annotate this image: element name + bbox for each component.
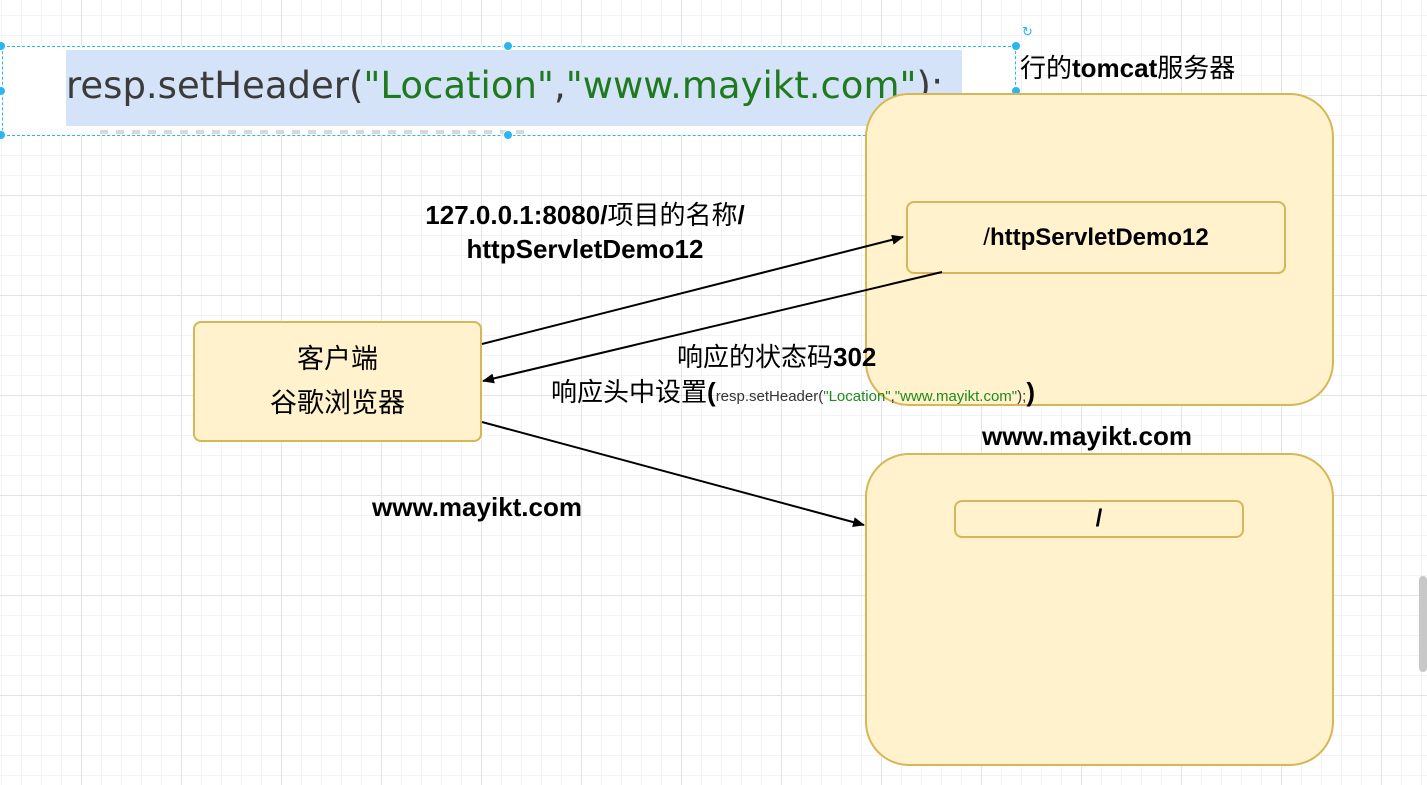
vertical-scrollbar[interactable] xyxy=(1419,576,1427,672)
request-label: 127.0.0.1:8080/项目的名称/ httpServletDemo12 xyxy=(425,200,745,265)
response-status-label: 响应的状态码302 xyxy=(677,342,877,373)
redirect-label: www.mayikt.com xyxy=(372,492,582,522)
response-header-label: 响应头中设置(resp.setHeader("Location","www.ma… xyxy=(551,377,1035,408)
